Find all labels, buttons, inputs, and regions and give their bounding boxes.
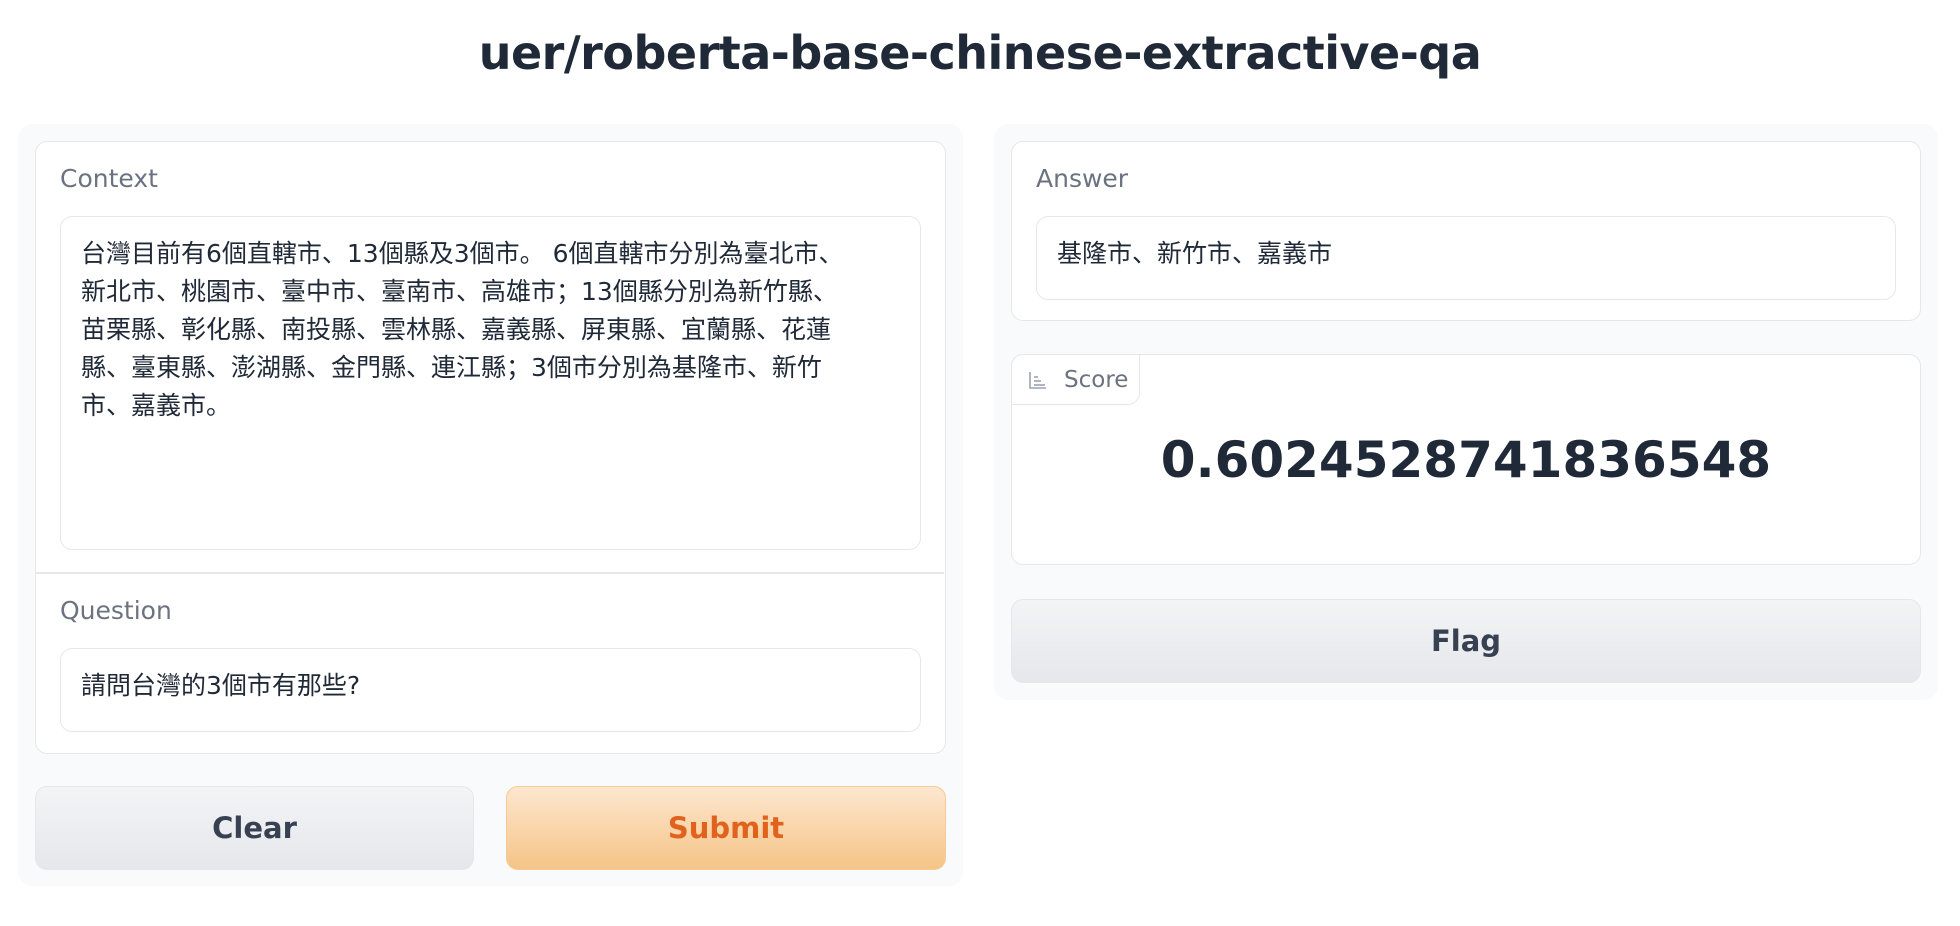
page-title: uer/roberta-base-chinese-extractive-qa [478, 26, 1482, 80]
input-form: Context 台灣目前有6個直轄市、13個縣及3個市。 6個直轄市分別為臺北市… [35, 141, 946, 754]
answer-label: Answer [1036, 164, 1129, 193]
input-panel: Context 台灣目前有6個直轄市、13個縣及3個市。 6個直轄市分別為臺北市… [18, 124, 963, 886]
context-line: 縣、臺東縣、澎湖縣、金門縣、連江縣；3個市分別為基隆市、新竹 [81, 353, 822, 382]
score-tab: Score [1012, 355, 1140, 405]
context-line: 台灣目前有6個直轄市、13個縣及3個市。 6個直轄市分別為臺北市、 [81, 239, 844, 268]
context-line: 新北市、桃園市、臺中市、臺南市、高雄市；13個縣分別為新竹縣、 [81, 277, 838, 306]
question-input[interactable]: 請問台灣的3個市有那些? [60, 648, 921, 732]
context-line: 苗栗縣、彰化縣、南投縣、雲林縣、嘉義縣、屏東縣、宜蘭縣、花蓮 [81, 315, 832, 344]
form-divider [36, 572, 944, 574]
chart-icon [1029, 371, 1046, 389]
score-value: 0.6024528741836548 [1160, 431, 1772, 489]
submit-button[interactable]: Submit [506, 786, 946, 870]
question-label: Question [60, 596, 172, 625]
context-line: 市、嘉義市。 [81, 391, 232, 420]
clear-button[interactable]: Clear [35, 786, 474, 870]
score-block: Score 0.6024528741836548 [1011, 354, 1921, 565]
flag-button[interactable]: Flag [1011, 599, 1921, 683]
answer-block: Answer 基隆市、新竹市、嘉義市 [1011, 141, 1921, 321]
score-label: Score [1064, 366, 1129, 393]
context-textarea[interactable]: 台灣目前有6個直轄市、13個縣及3個市。 6個直轄市分別為臺北市、 新北市、桃園… [60, 216, 921, 550]
output-panel: Answer 基隆市、新竹市、嘉義市 Score 0.6024528741836… [994, 124, 1938, 700]
context-label: Context [60, 164, 158, 193]
answer-output[interactable]: 基隆市、新竹市、嘉義市 [1036, 216, 1896, 300]
